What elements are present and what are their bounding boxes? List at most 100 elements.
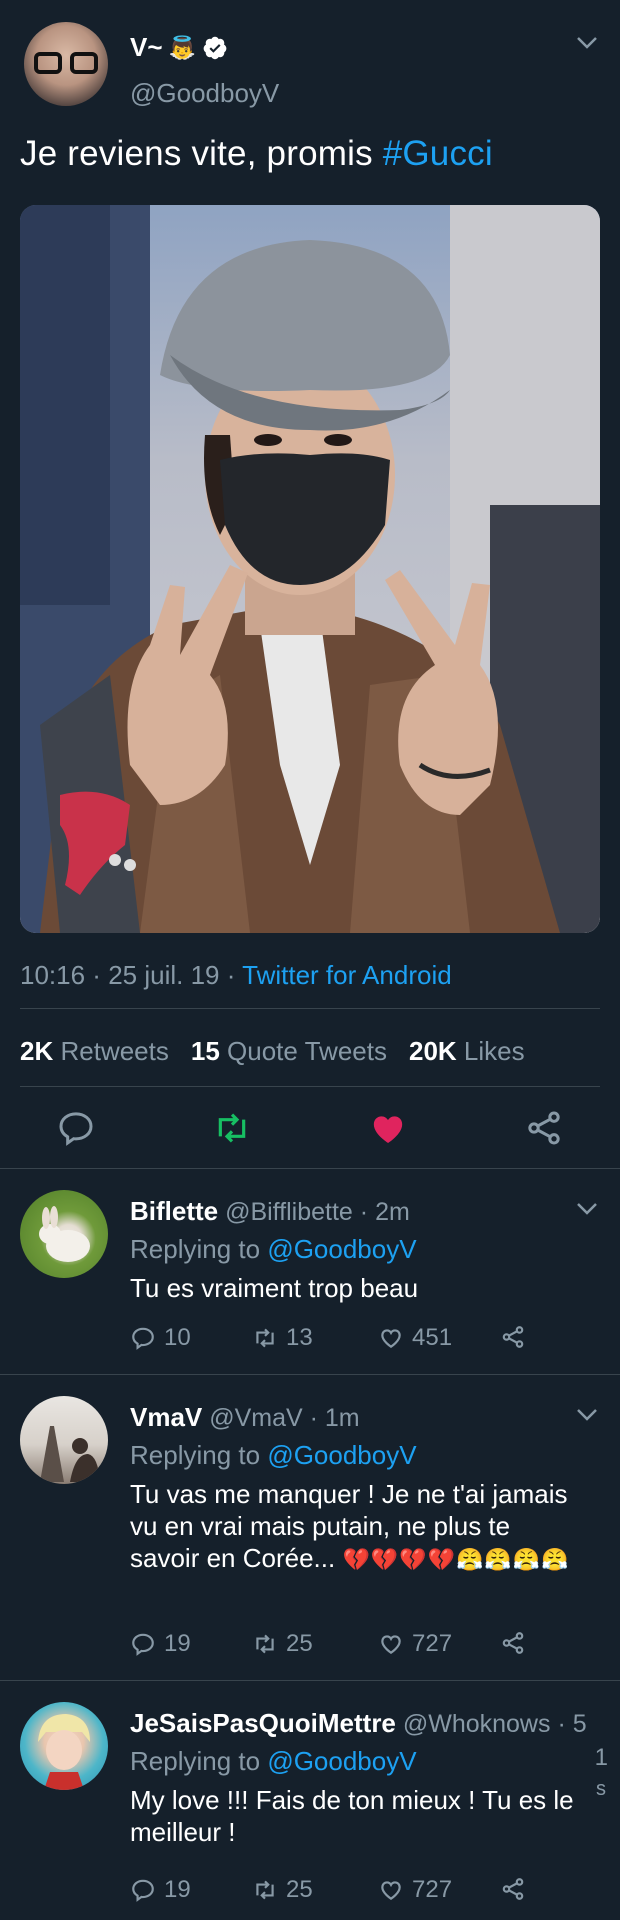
reply-icon xyxy=(132,1633,154,1656)
reply-count: 19 xyxy=(164,1876,191,1903)
heart-icon xyxy=(381,1329,401,1348)
reply-text-line: vu en vrai mais putain, ne plus te xyxy=(130,1511,511,1541)
retweet-count: 25 xyxy=(286,1876,313,1903)
replying-to-label: Replying to xyxy=(130,1746,261,1776)
like-count: 451 xyxy=(412,1324,453,1351)
reply-text-line: Tu vas me manquer ! Je ne t'ai jamais xyxy=(130,1479,568,1509)
like-button[interactable]: 451 xyxy=(378,1324,452,1352)
reply-header: Biflette @Bifflibette · 2m xyxy=(130,1196,410,1227)
reply-text-line: meilleur ! xyxy=(130,1817,236,1847)
divider xyxy=(20,1008,600,1009)
tweet-source-link[interactable]: Twitter for Android xyxy=(242,960,452,990)
replying-to: Replying to @GoodboyV xyxy=(130,1746,417,1777)
quotes-stat[interactable]: 15 Quote Tweets xyxy=(191,1036,387,1067)
replying-to: Replying to @GoodboyV xyxy=(130,1440,417,1471)
tweet-date: 25 juil. 19 xyxy=(108,960,220,990)
reply-avatar[interactable] xyxy=(20,1702,108,1790)
author-display-name[interactable]: V~ xyxy=(130,32,163,63)
reply-actions: 19 25 727 xyxy=(130,1876,550,1906)
likes-count: 20K xyxy=(408,1036,457,1066)
chevron-down-icon[interactable] xyxy=(576,1202,598,1216)
reply-time: 1m xyxy=(324,1404,360,1432)
replying-to-handle[interactable]: @GoodboyV xyxy=(267,1746,416,1776)
tweet-photo[interactable] xyxy=(20,205,600,933)
reply-text: Tu vas me manquer ! Je ne t'ai jamais vu… xyxy=(130,1478,600,1576)
reply-text-segment: savoir en Corée... xyxy=(130,1543,336,1573)
reply-author-name[interactable]: Biflette xyxy=(130,1196,218,1226)
reply-avatar[interactable] xyxy=(20,1396,108,1484)
heart-filled-icon[interactable] xyxy=(368,1108,408,1148)
rabbit-graphic xyxy=(39,1206,90,1262)
reply-icon xyxy=(132,1879,154,1902)
portrait-graphic xyxy=(38,1714,90,1790)
reply-button[interactable]: 19 xyxy=(130,1630,191,1658)
glasses-graphic xyxy=(34,52,98,74)
reply-time: · 5 xyxy=(557,1710,587,1738)
reply-author-name[interactable]: JeSaisPasQuoiMettre xyxy=(130,1708,396,1738)
retweets-stat[interactable]: 2K Retweets xyxy=(20,1036,169,1067)
author-avatar[interactable] xyxy=(24,22,108,106)
photo-illustration xyxy=(20,205,600,933)
reply-count: 19 xyxy=(164,1630,191,1657)
reply-button[interactable]: 10 xyxy=(130,1324,191,1352)
retweet-icon xyxy=(256,1634,274,1654)
reply-avatar[interactable] xyxy=(20,1190,108,1278)
reply-icon[interactable] xyxy=(56,1108,96,1148)
reply-text-line: savoir en Corée... 💔💔💔💔😤😤😤😤 xyxy=(130,1542,600,1576)
verified-badge-icon xyxy=(203,36,227,59)
reply-text-line: My love !!! Fais de ton mieux ! Tu es le xyxy=(130,1785,574,1815)
reply-actions: 19 25 727 xyxy=(130,1630,550,1660)
reply-time: 2m xyxy=(375,1198,410,1226)
reply-item[interactable]: JeSaisPasQuoiMettre @Whoknows · 5 1 s Re… xyxy=(0,1680,620,1920)
tweet-time: 10:16 xyxy=(20,960,86,990)
share-button[interactable] xyxy=(500,1630,526,1656)
share-button[interactable] xyxy=(500,1876,526,1902)
replying-to-label: Replying to xyxy=(130,1440,261,1470)
truncated-time-digit: 1 xyxy=(594,1744,608,1771)
replying-to-handle[interactable]: @GoodboyV xyxy=(267,1440,416,1470)
reply-header: JeSaisPasQuoiMettre @Whoknows · 5 xyxy=(130,1708,587,1739)
meta-separator: · xyxy=(352,1198,376,1226)
reply-author-handle[interactable]: @Whoknows xyxy=(403,1710,551,1738)
quotes-count: 15 xyxy=(190,1036,220,1066)
chevron-down-icon[interactable] xyxy=(576,1408,598,1422)
reply-actions: 10 13 451 xyxy=(130,1324,550,1354)
author-handle[interactable]: @GoodboyV xyxy=(130,78,279,109)
reply-author-handle[interactable]: @VmaV xyxy=(209,1404,302,1432)
reply-item[interactable]: Biflette @Bifflibette · 2m Replying to @… xyxy=(0,1168,620,1374)
hashtag-link[interactable]: #Gucci xyxy=(383,134,493,173)
retweet-icon xyxy=(256,1880,274,1900)
share-icon xyxy=(502,1878,524,1900)
share-icon xyxy=(502,1326,524,1348)
retweets-count: 2K xyxy=(20,1036,54,1066)
chevron-down-icon[interactable] xyxy=(576,36,598,50)
share-button[interactable] xyxy=(500,1324,526,1350)
angel-emoji: 👼 xyxy=(168,34,196,60)
heart-icon xyxy=(381,1635,401,1654)
reply-header: VmaV @VmaV · 1m xyxy=(130,1402,360,1433)
tweet-actions xyxy=(0,1100,620,1170)
meta-separator: · xyxy=(302,1404,325,1432)
meta-separator: · xyxy=(219,960,243,990)
reply-author-name[interactable]: VmaV xyxy=(130,1402,202,1432)
reply-author-handle[interactable]: @Bifflibette xyxy=(225,1198,353,1226)
reply-button[interactable]: 19 xyxy=(130,1876,191,1904)
share-icon[interactable] xyxy=(524,1108,564,1148)
reply-emojis: 💔💔💔💔😤😤😤😤 xyxy=(342,1547,570,1572)
retweet-button[interactable]: 25 xyxy=(252,1876,313,1904)
likes-stat[interactable]: 20K Likes xyxy=(409,1036,525,1067)
retweet-icon[interactable] xyxy=(212,1108,252,1148)
retweet-button[interactable]: 13 xyxy=(252,1324,313,1352)
like-button[interactable]: 727 xyxy=(378,1630,452,1658)
author-name-row[interactable]: V~ 👼 xyxy=(130,32,228,63)
replying-to: Replying to @GoodboyV xyxy=(130,1234,417,1265)
like-count: 727 xyxy=(412,1876,453,1903)
retweet-button[interactable]: 25 xyxy=(252,1630,313,1658)
reply-text: Tu es vraiment trop beau xyxy=(130,1273,419,1303)
reply-item[interactable]: VmaV @VmaV · 1m Replying to @GoodboyV Tu… xyxy=(0,1374,620,1680)
tweet-text: Je reviens vite, promis #Gucci xyxy=(20,134,493,174)
retweets-label: Retweets xyxy=(60,1036,169,1066)
replying-to-handle[interactable]: @GoodboyV xyxy=(267,1234,416,1264)
meta-separator: · xyxy=(85,960,109,990)
like-button[interactable]: 727 xyxy=(378,1876,452,1904)
